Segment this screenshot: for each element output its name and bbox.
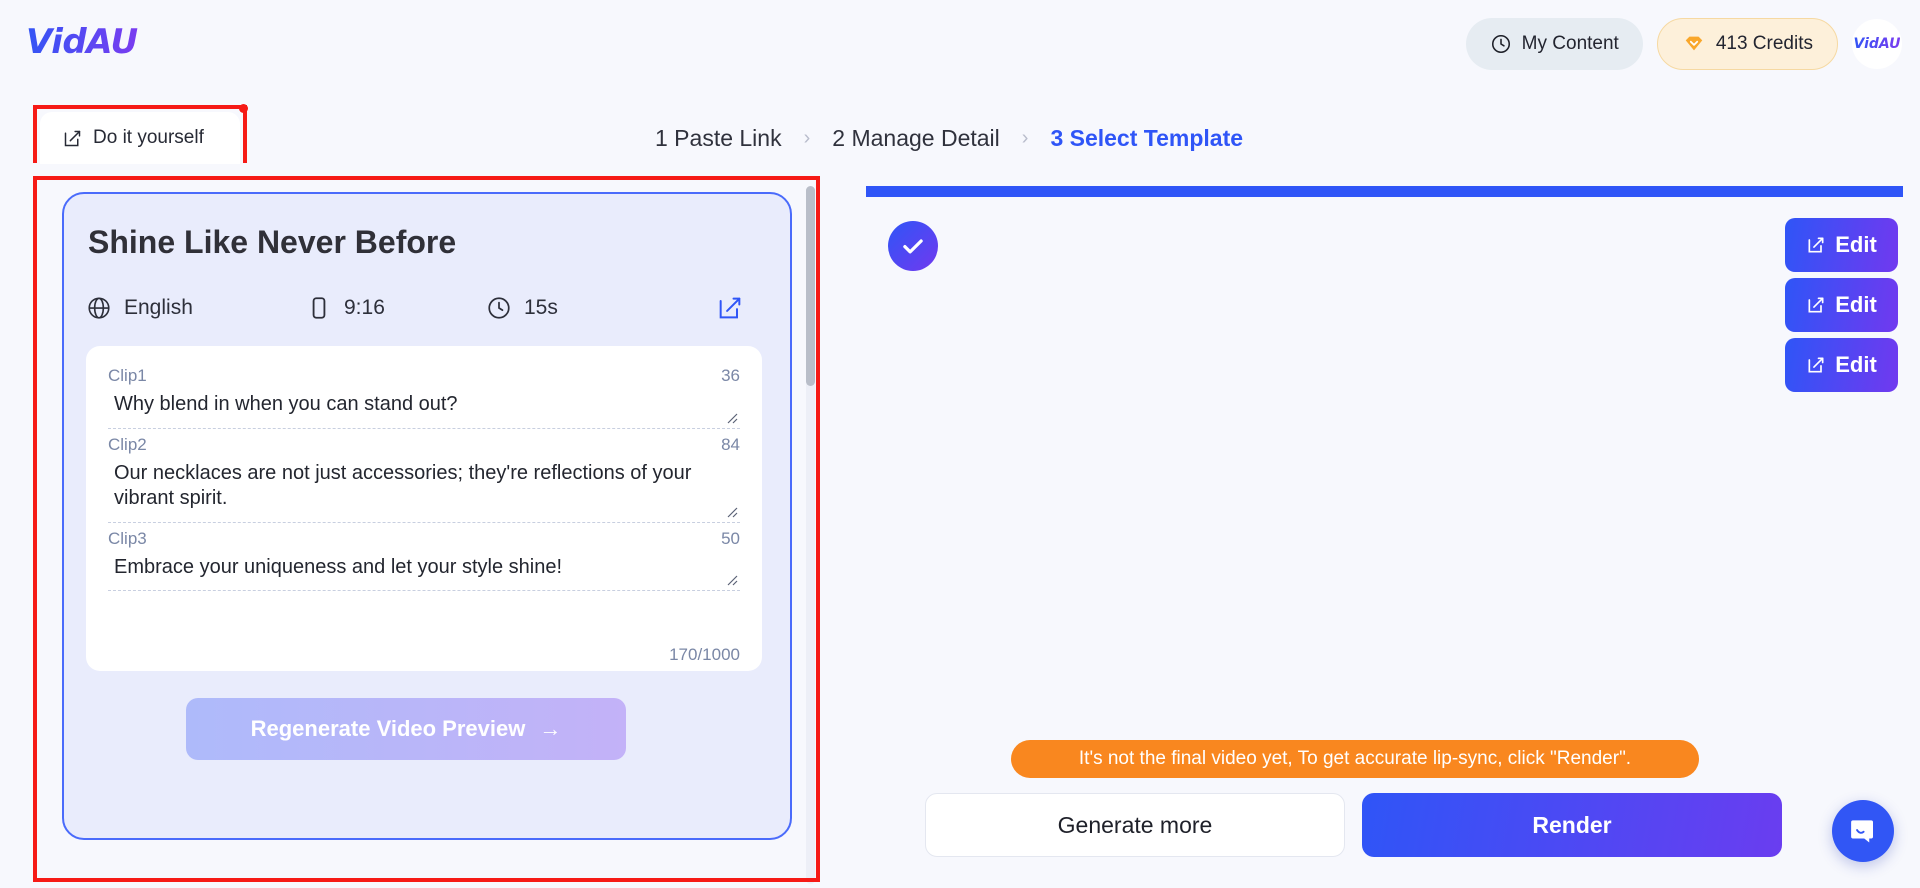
- meta-duration-value: 15s: [524, 296, 558, 319]
- credits-label: 413 Credits: [1715, 33, 1813, 54]
- generate-more-button[interactable]: Generate more: [925, 793, 1345, 857]
- header-actions: My Content 413 Credits VidAU: [1465, 18, 1902, 70]
- clip-item[interactable]: Clip2 84 Our necklaces are not just acce…: [108, 429, 740, 523]
- edit-label: Edit: [1835, 232, 1877, 257]
- clip-count: 36: [721, 366, 740, 385]
- edit-button-3[interactable]: Edit: [1785, 338, 1898, 392]
- page-title: Shine Like Never Before: [88, 224, 457, 260]
- diamond-icon: [1682, 33, 1706, 55]
- clock-icon: [1490, 33, 1512, 55]
- resize-handle[interactable]: [724, 572, 738, 586]
- chat-bubble-icon: [1851, 820, 1873, 843]
- check-circle-icon: [903, 239, 923, 254]
- clock-icon: [486, 295, 512, 321]
- clip-header: Clip3 50: [108, 529, 740, 549]
- diy-panel: Shine Like Never Before English 9:16 15s…: [62, 192, 792, 840]
- breadcrumb: 1 Paste Link › 2 Manage Detail › 3 Selec…: [655, 125, 1243, 152]
- chevron-right-icon: ›: [1021, 127, 1029, 149]
- clip-label: Clip2: [108, 434, 147, 454]
- my-content-button[interactable]: My Content: [1465, 18, 1643, 70]
- clip-header: Clip1 36: [108, 366, 740, 386]
- edit-square-icon: [719, 297, 741, 319]
- clip-text[interactable]: Why blend in when you can stand out?: [108, 386, 740, 420]
- clip-label: Clip1: [108, 366, 147, 385]
- avatar-label: VidAU: [1853, 36, 1901, 52]
- phone-portrait-icon: [306, 295, 332, 321]
- clip-text[interactable]: Our necklaces are not just accessories; …: [108, 455, 740, 514]
- chat-support-button[interactable]: [1832, 800, 1894, 862]
- app-root: VidAU My Content 413 Credits VidAU 1 Pas…: [0, 0, 1920, 888]
- edit-button-1[interactable]: Edit: [1785, 218, 1898, 272]
- edit-square-icon: [1806, 355, 1826, 375]
- edit-label: Edit: [1835, 352, 1877, 377]
- meta-language[interactable]: English: [86, 295, 306, 321]
- clip-header: Clip2 84: [108, 435, 740, 455]
- tab-label: Do it yourself: [93, 127, 204, 148]
- step-2[interactable]: 2 Manage Detail: [832, 125, 1000, 152]
- character-counter: 170/1000: [669, 645, 740, 664]
- avatar[interactable]: VidAU: [1852, 19, 1902, 69]
- meta-aspect-ratio[interactable]: 9:16: [306, 295, 486, 321]
- clip-item[interactable]: Clip3 50 Embrace your uniqueness and let…: [108, 523, 740, 592]
- my-content-label: My Content: [1521, 33, 1619, 54]
- status-badge[interactable]: [888, 221, 938, 271]
- meta-duration[interactable]: 15s: [486, 295, 666, 321]
- meta-aspect-value: 9:16: [344, 296, 385, 319]
- globe-icon: [86, 295, 112, 321]
- clip-count: 50: [721, 528, 740, 548]
- edit-label: Edit: [1835, 292, 1877, 317]
- brand-logo[interactable]: VidAU: [26, 22, 138, 62]
- step-3[interactable]: 3 Select Template: [1050, 125, 1243, 152]
- template-progress-bar: [866, 186, 1903, 197]
- edit-square-icon: [62, 128, 83, 149]
- lip-sync-notice: It's not the final video yet, To get acc…: [1011, 740, 1699, 778]
- render-button[interactable]: Render: [1362, 793, 1782, 857]
- edit-square-icon: [1806, 235, 1826, 255]
- clips-list: Clip1 36 Why blend in when you can stand…: [86, 346, 762, 671]
- clip-count: 84: [721, 434, 740, 454]
- edit-square-icon: [1806, 295, 1826, 315]
- step-1[interactable]: 1 Paste Link: [655, 125, 782, 152]
- resize-handle[interactable]: [724, 504, 738, 518]
- video-meta-row: English 9:16 15s: [86, 294, 766, 322]
- edit-button-2[interactable]: Edit: [1785, 278, 1898, 332]
- resize-handle[interactable]: [724, 410, 738, 424]
- clip-text[interactable]: Embrace your uniqueness and let your sty…: [108, 549, 740, 583]
- scrollbar-thumb[interactable]: [806, 186, 815, 386]
- tab-do-it-yourself[interactable]: Do it yourself: [40, 112, 240, 164]
- meta-language-value: English: [124, 296, 193, 319]
- regenerate-video-preview-button[interactable]: Regenerate Video Preview →: [186, 698, 626, 760]
- app-header: VidAU My Content 413 Credits VidAU: [0, 0, 1920, 88]
- regenerate-label: Regenerate Video Preview: [250, 716, 526, 741]
- arrow-right-icon: →: [539, 716, 562, 741]
- edit-button-stack: Edit Edit Edit: [1785, 218, 1898, 392]
- chevron-right-icon: ›: [803, 127, 811, 149]
- clip-label: Clip3: [108, 528, 147, 548]
- clip-item[interactable]: Clip1 36 Why blend in when you can stand…: [108, 360, 740, 429]
- credits-button[interactable]: 413 Credits: [1656, 18, 1838, 70]
- edit-meta-button[interactable]: [716, 294, 744, 322]
